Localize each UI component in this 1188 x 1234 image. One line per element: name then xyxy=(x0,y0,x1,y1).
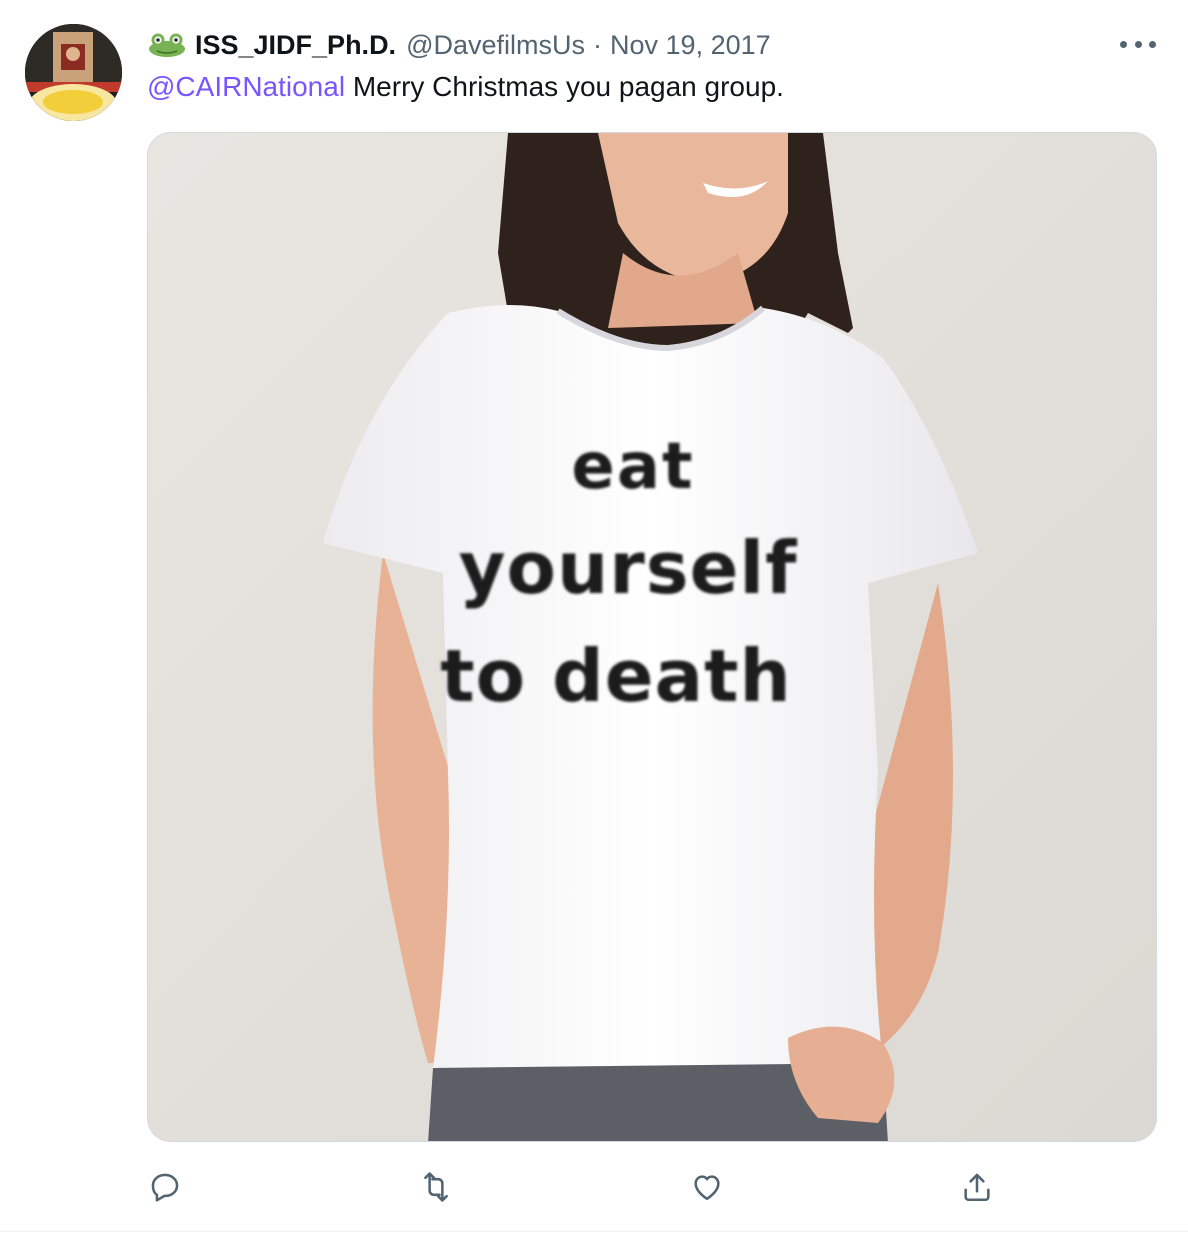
tweet-actions xyxy=(0,1165,1188,1215)
shirt-text-line-2: yourself xyxy=(459,526,798,610)
divider xyxy=(0,1231,1188,1232)
tweet-date[interactable]: Nov 19, 2017 xyxy=(610,30,771,61)
separator-dot: · xyxy=(593,29,603,60)
user-handle[interactable]: @DavefilmsUs xyxy=(406,30,585,61)
tweet-text: @CAIRNational Merry Christmas you pagan … xyxy=(147,71,784,103)
tweet-image[interactable]: eat yourself to death xyxy=(147,132,1157,1142)
tweet-header: ISS_JIDF_Ph.D. @DavefilmsUs · Nov 19, 20… xyxy=(147,28,771,62)
retweet-icon[interactable] xyxy=(414,1165,458,1209)
shirt-text-line-1: eat xyxy=(571,430,694,504)
share-icon[interactable] xyxy=(955,1165,999,1209)
frog-icon xyxy=(147,32,187,58)
tweet-card[interactable]: ISS_JIDF_Ph.D. @DavefilmsUs · Nov 19, 20… xyxy=(0,0,1188,1234)
more-options-icon[interactable] xyxy=(1120,30,1156,58)
display-name[interactable]: ISS_JIDF_Ph.D. xyxy=(195,30,396,61)
like-icon[interactable] xyxy=(685,1165,729,1209)
tweet-body: Merry Christmas you pagan group. xyxy=(345,71,784,102)
reply-icon[interactable] xyxy=(143,1165,187,1209)
shirt-text-line-3: to death xyxy=(440,634,792,718)
mention-link[interactable]: @CAIRNational xyxy=(147,71,345,102)
avatar[interactable] xyxy=(25,24,122,121)
